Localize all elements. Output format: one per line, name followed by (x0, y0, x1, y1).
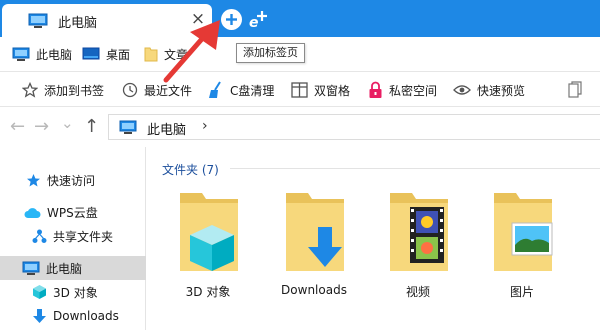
quick-preview-button[interactable]: 快速预览 (453, 80, 525, 100)
share-icon (32, 229, 47, 243)
computer-icon (28, 13, 48, 32)
star-icon (22, 82, 38, 98)
lock-icon (369, 81, 382, 98)
nav-item-3d-objects[interactable]: 3D 对象 (0, 280, 146, 304)
folder-name: Downloads (281, 283, 347, 297)
folder-videos[interactable]: 视频 (368, 187, 468, 327)
star-icon (27, 173, 40, 186)
tooltip-add-tab: 添加标签页 (236, 43, 305, 63)
nav-item-this-pc[interactable]: 此电脑 (0, 256, 146, 280)
tab-title: 此电脑 (58, 16, 98, 31)
cube-icon (33, 285, 46, 299)
cloud-icon (24, 207, 41, 218)
tool-label: 快速预览 (477, 83, 526, 98)
computer-icon (119, 120, 137, 138)
desktop-icon (82, 47, 100, 59)
title-bar: 此电脑 × e (0, 0, 600, 37)
folder-3d-icon (180, 193, 238, 271)
folder-name: 图片 (509, 285, 534, 299)
nav-label: 此电脑 (46, 261, 83, 276)
nav-label: 共享文件夹 (53, 229, 114, 244)
up-arrow-icon[interactable]: ↑ (84, 118, 99, 136)
group-divider (230, 168, 600, 169)
nav-item-downloads[interactable]: Downloads (0, 304, 146, 328)
annotation-arrow (163, 20, 220, 83)
tool-label: 双窗格 (314, 83, 351, 98)
folder-downloads[interactable]: Downloads (264, 187, 364, 327)
bookmark-label: 桌面 (106, 47, 131, 62)
forward-arrow-icon[interactable]: → (34, 118, 49, 136)
address-path[interactable]: 此电脑 (147, 119, 186, 138)
computer-icon (22, 261, 40, 275)
dual-pane-icon (291, 82, 308, 98)
navigation-pane: 快速访问 WPS云盘 共享文件夹 此电脑 3D 对象 Downloads (0, 147, 146, 330)
nav-label: 3D 对象 (53, 285, 98, 300)
content-pane: 文件夹 (7) 3D 对象 Downloads 视频 图片 (146, 147, 600, 330)
address-input[interactable]: 此电脑 › (108, 114, 600, 140)
address-bar: ← → ⌄ ↑ 此电脑 › (0, 107, 600, 147)
folder-name: 视频 (405, 285, 430, 299)
folder-pictures-icon (494, 193, 553, 271)
folder-pictures[interactable]: 图片 (472, 187, 572, 327)
folder-name: 3D 对象 (185, 285, 231, 299)
history-dropdown-icon[interactable]: ⌄ (61, 114, 74, 132)
group-header[interactable]: 文件夹 (7) (162, 161, 219, 178)
folder-3d-objects[interactable]: 3D 对象 (158, 187, 258, 327)
bookmark-this-pc[interactable]: 此电脑 (12, 45, 72, 63)
bookmark-label: 此电脑 (36, 47, 73, 62)
tool-label: 添加到书签 (44, 83, 105, 98)
clock-icon (122, 82, 138, 98)
download-icon (33, 309, 46, 323)
nav-item-shared-folder[interactable]: 共享文件夹 (0, 224, 146, 248)
copy-path-button[interactable] (568, 80, 582, 100)
nav-label: WPS云盘 (47, 205, 98, 220)
folder-icon (144, 47, 158, 62)
nav-label: 快速访问 (47, 173, 96, 188)
ie-tab-button[interactable]: e (248, 8, 270, 33)
add-bookmark-button[interactable]: 添加到书签 (22, 80, 104, 100)
private-space-button[interactable]: 私密空间 (368, 80, 437, 100)
dual-pane-button[interactable]: 双窗格 (291, 80, 350, 100)
nav-label: Downloads (53, 309, 119, 323)
nav-item-wps-cloud[interactable]: WPS云盘 (0, 200, 146, 224)
nav-item-quick-access[interactable]: 快速访问 (0, 168, 146, 192)
tool-label: 私密空间 (389, 83, 438, 98)
eye-icon (453, 85, 471, 95)
bookmark-desktop[interactable]: 桌面 (82, 45, 130, 63)
computer-icon (12, 47, 30, 61)
svg-text:e: e (249, 15, 259, 30)
toolbar: 添加到书签 最近文件 C盘清理 双窗格 私密空间 快速预览 (0, 71, 600, 107)
folder-videos-icon (390, 193, 448, 271)
copy-icon (568, 81, 582, 98)
folder-downloads-icon (286, 193, 344, 271)
tool-label: C盘清理 (230, 83, 275, 98)
ie-plus-icon: e (249, 11, 267, 31)
path-chevron-icon[interactable]: › (202, 118, 208, 134)
back-arrow-icon[interactable]: ← (10, 118, 25, 136)
